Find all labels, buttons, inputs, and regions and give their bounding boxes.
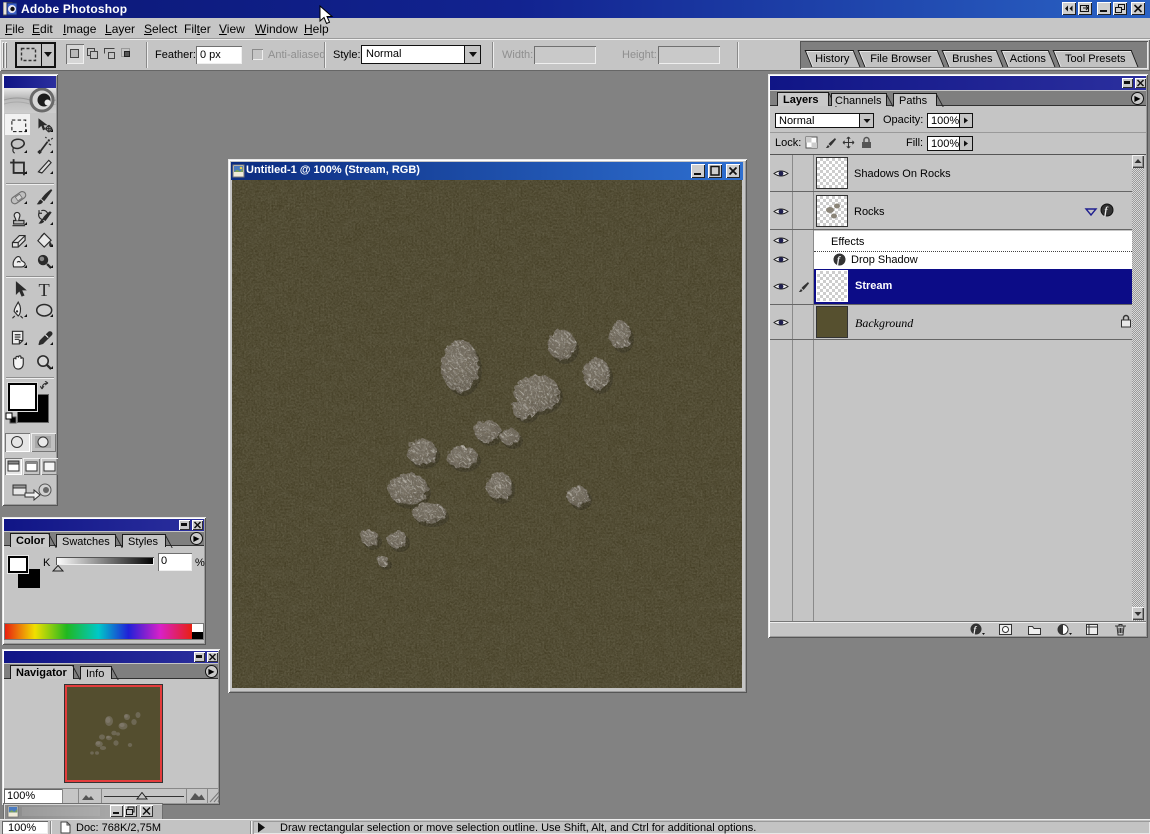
svg-text:T: T [38,280,49,300]
